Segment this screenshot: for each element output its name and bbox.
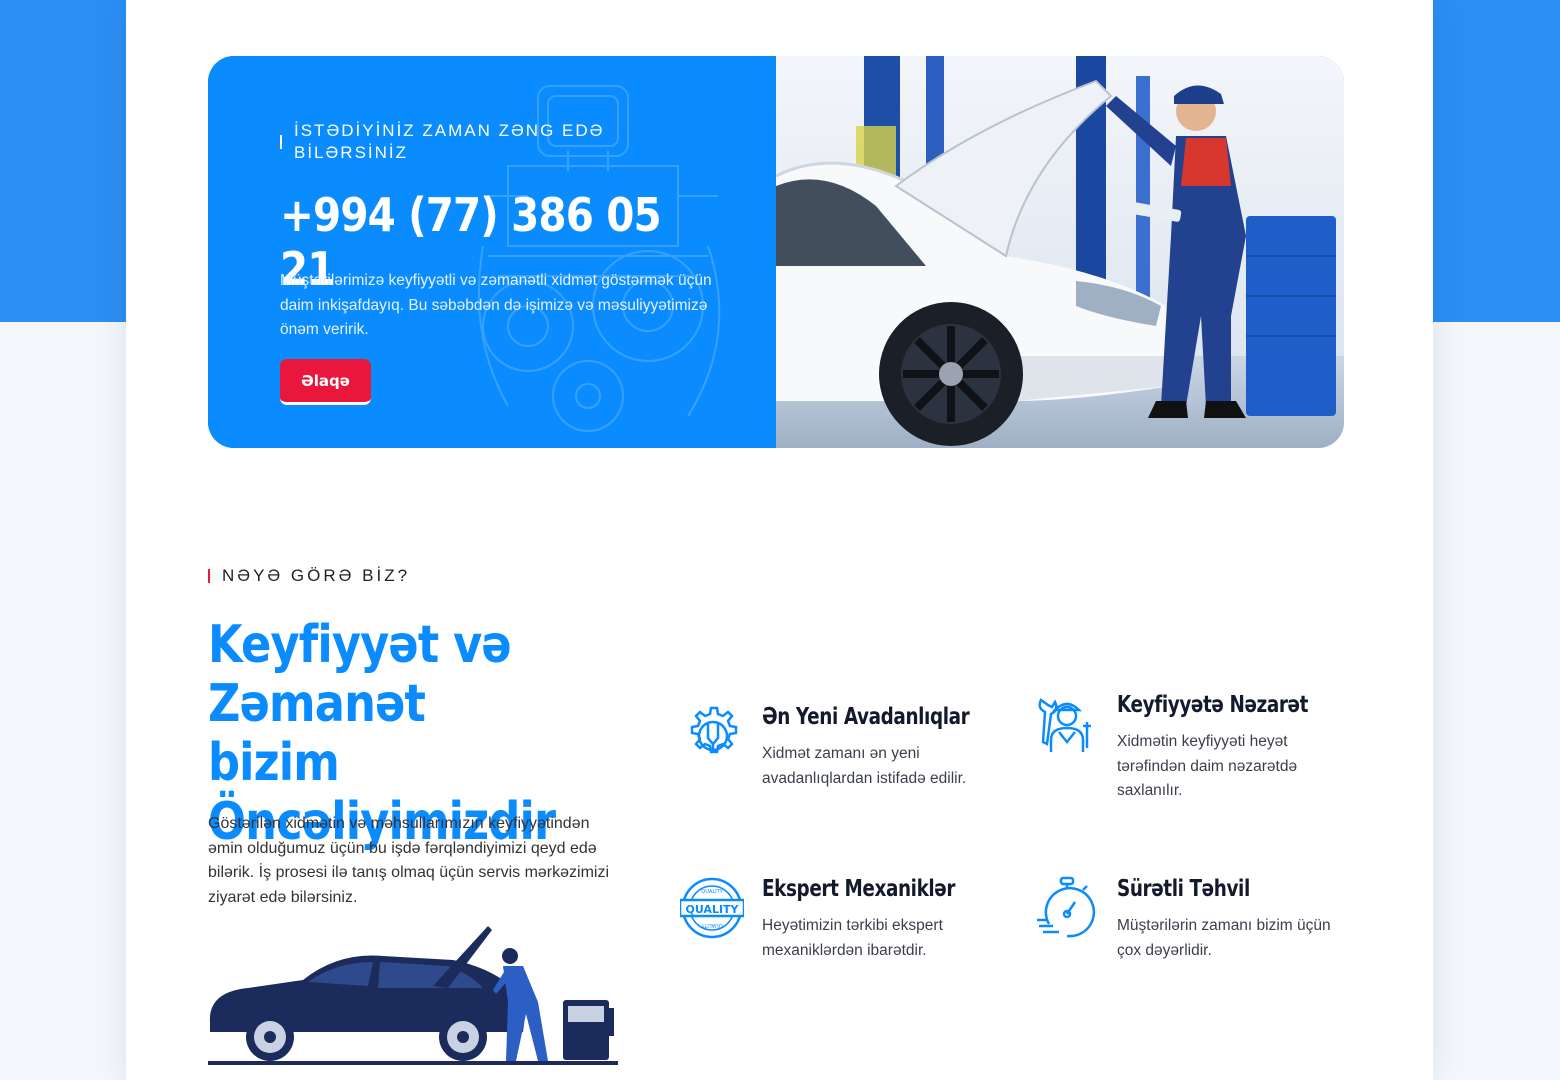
hero-banner: İSTƏDİYİNİZ ZAMAN ZƏNG EDƏ BİLƏRSİNİZ +9… <box>208 56 1344 448</box>
tagline-accent-bar <box>280 135 282 149</box>
contact-button[interactable]: Əlaqə <box>280 359 371 405</box>
hero-tagline: İSTƏDİYİNİZ ZAMAN ZƏNG EDƏ BİLƏRSİNİZ <box>294 121 605 162</box>
quality-badge-text: QUALITY <box>685 903 739 916</box>
hero-tagline-group: İSTƏDİYİNİZ ZAMAN ZƏNG EDƏ BİLƏRSİNİZ <box>280 120 640 164</box>
feature-description: Heyətimizin tərkibi ekspert mexaniklərdə… <box>762 917 943 959</box>
feature-description: Müştərilərin zamanı bizim üçün çox dəyər… <box>1117 917 1331 959</box>
why-us-accent-bar <box>208 569 210 583</box>
why-us-description: Göstərilən xidmətin və məhsullarımızın k… <box>208 815 610 906</box>
why-us-tag: NƏYƏ GÖRƏ BİZ? <box>222 566 411 585</box>
stopwatch-icon <box>1037 876 1096 938</box>
hero-mechanic-photo <box>776 56 1344 448</box>
mechanic-icon <box>1038 698 1091 752</box>
feature-title: Keyfiyyətə Nəzarət <box>1117 692 1309 718</box>
gear-tools-icon <box>690 706 738 754</box>
feature-description: Xidmətin keyfiyyəti heyət tərəfindən dai… <box>1117 733 1298 799</box>
content-card: İSTƏDİYİNİZ ZAMAN ZƏNG EDƏ BİLƏRSİNİZ +9… <box>126 0 1433 1080</box>
feature-title: Sürətli Təhvil <box>1117 876 1250 902</box>
why-us-tag-group: NƏYƏ GÖRƏ BİZ? <box>208 566 410 586</box>
feature-title: Ən Yeni Avadanlıqlar <box>762 704 970 730</box>
quality-badge-ring-top: QUALITY <box>701 889 723 895</box>
mechanic-car-photo-illustration <box>776 56 1344 448</box>
quality-badge-ring-bottom: QUALITY <box>700 922 722 928</box>
feature-title: Ekspert Mexaniklər <box>762 876 956 902</box>
quality-badge-icon: QUALITY QUALITY QUALITY <box>680 877 744 939</box>
feature-description: Xidmət zamanı ən yeni avadanlıqlardan is… <box>762 745 967 787</box>
car-repair-illustration <box>208 926 618 1065</box>
hero-description: Müştərilərimizə keyfiyyətli və zəmanətli… <box>280 272 712 338</box>
hero-contact-panel: İSTƏDİYİNİZ ZAMAN ZƏNG EDƏ BİLƏRSİNİZ +9… <box>208 56 776 448</box>
